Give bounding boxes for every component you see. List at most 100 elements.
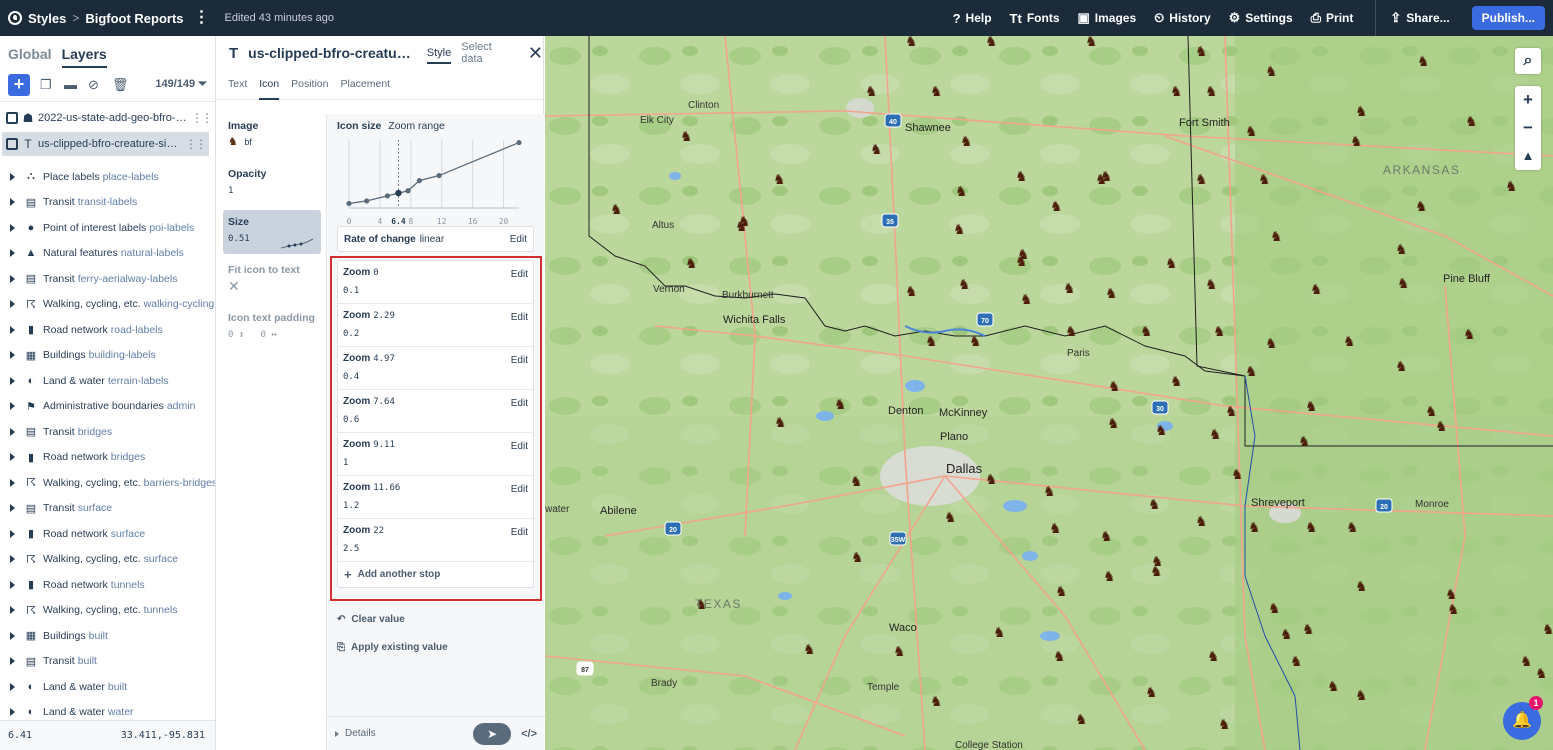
bigfoot-marker-icon[interactable]: ♞	[1397, 276, 1410, 292]
edit-stop-button[interactable]: Edit	[511, 355, 528, 366]
bigfoot-marker-icon[interactable]: ♞	[1020, 292, 1033, 308]
bigfoot-marker-icon[interactable]: ♞	[1355, 688, 1368, 704]
tab-global[interactable]: Global	[8, 46, 52, 68]
bigfoot-marker-icon[interactable]: ♞	[985, 472, 998, 488]
expand-caret-icon[interactable]	[10, 478, 15, 487]
bigfoot-marker-icon[interactable]: ♞	[1417, 54, 1430, 70]
stop-point[interactable]	[436, 172, 442, 179]
bigfoot-marker-icon[interactable]: ♞	[1395, 359, 1408, 375]
expand-caret-icon[interactable]	[10, 172, 15, 181]
layer-group-poi-labels[interactable]: ● Point of interest labels poi-labels	[0, 215, 215, 241]
bigfoot-marker-icon[interactable]: ♞	[1151, 554, 1164, 570]
bigfoot-marker-icon[interactable]: ♞	[1302, 622, 1315, 638]
bigfoot-marker-icon[interactable]: ♞	[1170, 374, 1183, 390]
clear-value-button[interactable]: ↶ Clear value	[337, 614, 405, 625]
delete-icon[interactable]: 🗑	[112, 78, 129, 91]
bigfoot-marker-icon[interactable]: ♞	[925, 334, 938, 350]
bigfoot-marker-icon[interactable]: ♞	[930, 694, 943, 710]
code-view-button[interactable]: </>	[521, 728, 537, 740]
bigfoot-marker-icon[interactable]: ♞	[773, 172, 786, 188]
bigfoot-marker-icon[interactable]: ♞	[1015, 254, 1028, 270]
bigfoot-marker-icon[interactable]: ♞	[1205, 84, 1218, 100]
bigfoot-marker-icon[interactable]: ♞	[893, 644, 906, 660]
bigfoot-marker-icon[interactable]: ♞	[1225, 404, 1238, 420]
visibility-checkbox[interactable]	[6, 138, 18, 150]
layer-group-tunnels[interactable]: ☈ Walking, cycling, etc. tunnels	[0, 598, 215, 624]
folder-icon[interactable]: ▬	[64, 78, 78, 91]
history-button[interactable]: ⏲ History	[1154, 10, 1210, 26]
mapbox-logo-icon[interactable]	[8, 11, 22, 25]
add-layer-button[interactable]: +	[8, 73, 30, 96]
layer-group-surface[interactable]: ☈ Walking, cycling, etc. surface	[0, 547, 215, 573]
bigfoot-marker-icon[interactable]: ♞	[1265, 336, 1278, 352]
expand-caret-icon[interactable]	[10, 223, 15, 232]
bigfoot-marker-icon[interactable]: ♞	[1165, 256, 1178, 272]
edit-stop-button[interactable]: Edit	[511, 269, 528, 280]
zoom-stop-row[interactable]: Zoom 2.29 0.2 Edit	[338, 304, 533, 347]
stop-point[interactable]	[346, 200, 352, 207]
bigfoot-marker-icon[interactable]: ♞	[905, 36, 918, 50]
bigfoot-marker-icon[interactable]: ♞	[944, 510, 957, 526]
bigfoot-marker-icon[interactable]: ♞	[930, 84, 943, 100]
bigfoot-marker-icon[interactable]: ♞	[1520, 654, 1533, 670]
bigfoot-marker-icon[interactable]: ♞	[851, 550, 864, 566]
expand-caret-icon[interactable]	[10, 631, 15, 640]
bigfoot-marker-icon[interactable]: ♞	[1103, 569, 1116, 585]
bigfoot-marker-icon[interactable]: ♞	[1195, 514, 1208, 530]
hide-icon[interactable]: ⊘	[88, 78, 102, 91]
bigfoot-marker-icon[interactable]: ♞	[1268, 601, 1281, 617]
expand-caret-icon[interactable]	[10, 325, 15, 334]
prop-text-padding[interactable]: Icon text padding 0 ↕ 0 ↔	[223, 306, 321, 350]
settings-button[interactable]: ⚙ Settings	[1229, 10, 1293, 26]
bigfoot-marker-icon[interactable]: ♞	[685, 256, 698, 272]
project-title[interactable]: Bigfoot Reports	[85, 11, 183, 26]
bigfoot-marker-icon[interactable]: ♞	[1105, 286, 1118, 302]
bigfoot-marker-icon[interactable]: ♞	[1148, 497, 1161, 513]
bigfoot-marker-icon[interactable]: ♞	[905, 284, 918, 300]
bigfoot-marker-icon[interactable]: ♞	[1195, 44, 1208, 60]
bigfoot-marker-icon[interactable]: ♞	[1355, 579, 1368, 595]
bigfoot-marker-icon[interactable]: ♞	[1447, 602, 1460, 618]
prop-fit-icon[interactable]: Fit icon to text ✕	[223, 258, 321, 302]
bigfoot-marker-icon[interactable]: ♞	[1290, 654, 1303, 670]
duplicate-icon[interactable]: ❐	[40, 78, 54, 91]
bigfoot-marker-icon[interactable]: ♞	[1245, 124, 1258, 140]
bigfoot-marker-icon[interactable]: ♞	[738, 214, 751, 230]
bigfoot-marker-icon[interactable]: ♞	[610, 202, 623, 218]
zoom-stop-row[interactable]: Zoom 0 0.1 Edit	[338, 261, 533, 304]
map-canvas[interactable]: ♞ ♞ ♞ ♞ ♞ ♞ ♞ ♞ ♞ ♞ ♞ ♞ ♞ ♞ ♞ ♞ ♞ ♞ ♞ ♞ ♞ ♞ ♞ ♞ ♞ ♞ ♞ ♞ ♞ ♞ ♞ ♞ ♞ ♞ ♞ ♞ ♞ ♞ ♞ ♞…	[545, 36, 1553, 750]
zoom-stop-row[interactable]: Zoom 7.64 0.6 Edit	[338, 390, 533, 433]
stop-point[interactable]	[416, 178, 422, 184]
bigfoot-marker-icon[interactable]: ♞	[1270, 229, 1283, 245]
bigfoot-marker-icon[interactable]: ♞	[1108, 379, 1121, 395]
layer-count[interactable]: 149/149 ⏷	[155, 78, 207, 91]
visibility-checkbox[interactable]	[6, 112, 18, 124]
bigfoot-marker-icon[interactable]: ♞	[680, 129, 693, 145]
bigfoot-marker-icon[interactable]: ♞	[1265, 64, 1278, 80]
images-button[interactable]: ▣ Images	[1078, 10, 1137, 26]
bigfoot-marker-icon[interactable]: ♞	[1245, 364, 1258, 380]
fonts-button[interactable]: Tt Fonts	[1010, 11, 1060, 26]
stop-point[interactable]	[405, 188, 411, 194]
bigfoot-marker-icon[interactable]: ♞	[1343, 334, 1356, 350]
expand-caret-icon[interactable]	[10, 504, 15, 513]
expand-caret-icon[interactable]	[10, 198, 15, 207]
zoom-stop-row[interactable]: Zoom 11.66 1.2 Edit	[338, 476, 533, 519]
compass-button[interactable]: ▲	[1515, 142, 1541, 170]
bigfoot-marker-icon[interactable]: ♞	[1305, 399, 1318, 415]
edit-rate-button[interactable]: Edit	[510, 234, 527, 245]
bigfoot-marker-icon[interactable]: ♞	[1015, 169, 1028, 185]
expand-caret-icon[interactable]	[10, 427, 15, 436]
bigfoot-marker-icon[interactable]: ♞	[1207, 649, 1220, 665]
tab-style[interactable]: Style	[426, 42, 452, 64]
bigfoot-marker-icon[interactable]: ♞	[953, 222, 966, 238]
expand-caret-icon[interactable]	[10, 249, 15, 258]
bigfoot-marker-icon[interactable]: ♞	[1258, 172, 1271, 188]
bigfoot-marker-icon[interactable]: ♞	[1280, 627, 1293, 643]
stop-point[interactable]	[364, 198, 370, 204]
layer-group-building-labels[interactable]: ▦ Buildings building-labels	[0, 343, 215, 369]
layer-group-built[interactable]: ▦ Buildings built	[0, 623, 215, 649]
bigfoot-marker-icon[interactable]: ♞	[1350, 134, 1363, 150]
expand-caret-icon[interactable]	[10, 529, 15, 538]
bigfoot-marker-icon[interactable]: ♞	[1145, 685, 1158, 701]
